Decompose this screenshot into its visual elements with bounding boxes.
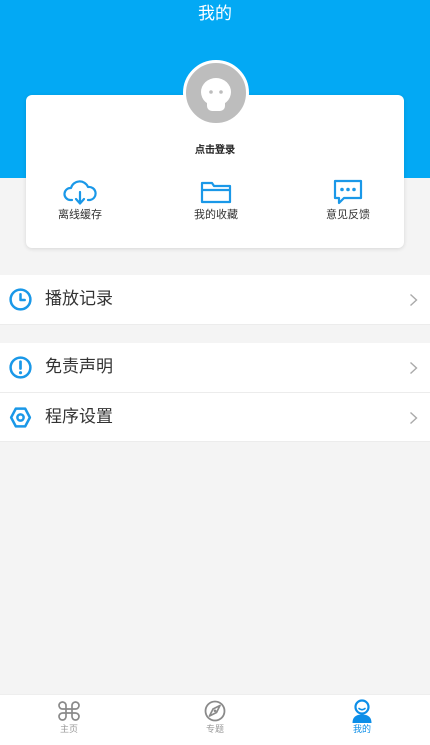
clock-icon — [9, 288, 32, 311]
login-link[interactable]: 点击登录 — [0, 144, 430, 158]
avatar-placeholder-icon — [201, 78, 231, 111]
chevron-right-icon — [410, 411, 418, 425]
tab-mine[interactable]: 我的 — [322, 699, 402, 736]
chat-bubble-icon — [333, 179, 363, 205]
avatar[interactable] — [183, 60, 249, 126]
compass-icon — [204, 700, 226, 722]
favorites-label: 我的收藏 — [194, 208, 238, 221]
tab-home-label: 主页 — [59, 725, 78, 735]
offline-cache-button[interactable]: 离线缓存 — [35, 178, 125, 222]
favorites-button[interactable]: 我的收藏 — [171, 178, 261, 222]
history-label: 播放记录 — [45, 289, 113, 309]
bottom-tab-bar: 主页 专题 我的 — [0, 694, 430, 745]
tab-mine-label: 我的 — [352, 725, 371, 735]
settings-icon — [9, 407, 32, 428]
disclaimer-label: 免责声明 — [45, 357, 113, 377]
history-row[interactable]: 播放记录 — [0, 275, 430, 324]
tab-topics-label: 专题 — [205, 725, 224, 735]
divider — [0, 324, 430, 325]
chevron-right-icon — [410, 293, 418, 307]
feedback-button[interactable]: 意见反馈 — [303, 178, 393, 222]
exclamation-icon — [9, 356, 32, 379]
tab-home[interactable]: 主页 — [29, 699, 109, 736]
page-title: 我的 — [198, 4, 232, 24]
person-icon — [352, 699, 372, 723]
settings-label: 程序设置 — [45, 407, 113, 427]
divider — [0, 441, 430, 442]
feedback-label: 意见反馈 — [326, 208, 370, 221]
command-key-icon — [58, 701, 80, 721]
settings-row[interactable]: 程序设置 — [0, 393, 430, 442]
folder-icon — [200, 181, 232, 204]
tab-topics[interactable]: 专题 — [175, 699, 255, 736]
cloud-download-icon — [63, 180, 97, 205]
disclaimer-row[interactable]: 免责声明 — [0, 343, 430, 392]
offline-cache-label: 离线缓存 — [58, 208, 102, 221]
chevron-right-icon — [410, 361, 418, 375]
